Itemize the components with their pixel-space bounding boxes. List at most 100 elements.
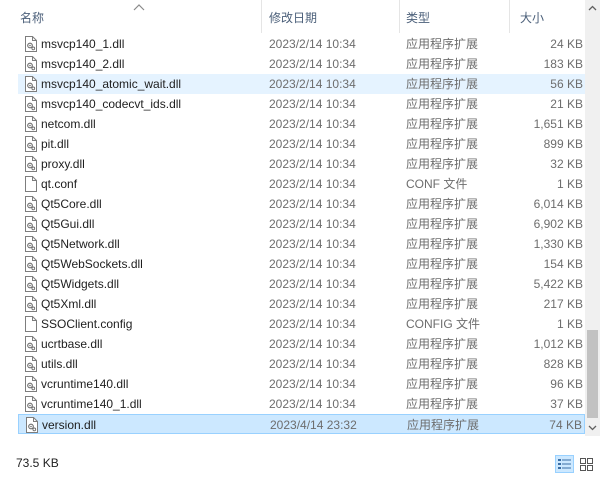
file-name: Qt5Network.dll <box>41 237 120 251</box>
file-row[interactable]: msvcp140_atomic_wait.dll 2023/2/14 10:34 应… <box>18 74 585 94</box>
file-row[interactable]: msvcp140_1.dll 2023/2/14 10:34 应用程序扩展 24 KB <box>18 34 585 54</box>
vertical-scrollbar[interactable] <box>585 0 600 436</box>
file-modified-date: 2023/2/14 10:34 <box>269 277 356 291</box>
file-type: 应用程序扩展 <box>406 277 479 291</box>
file-name: Qt5Gui.dll <box>41 217 95 231</box>
file-size: 1 KB <box>556 177 583 191</box>
file-modified-date: 2023/2/14 10:34 <box>269 297 356 311</box>
file-modified-date: 2023/2/14 10:34 <box>269 197 356 211</box>
file-size: 217 KB <box>543 297 583 311</box>
file-size: 74 KB <box>549 418 582 432</box>
dll-file-icon <box>25 96 37 112</box>
file-size: 96 KB <box>550 377 583 391</box>
file-row[interactable]: SSOClient.config 2023/2/14 10:34 CONFIG 文件… <box>18 314 585 334</box>
dll-file-icon <box>25 276 37 292</box>
file-modified-date: 2023/2/14 10:34 <box>269 377 356 391</box>
dll-file-icon <box>25 376 37 392</box>
file-modified-date: 2023/2/14 10:34 <box>269 157 356 171</box>
file-row[interactable]: msvcp140_codecvt_ids.dll 2023/2/14 10:34 应… <box>18 94 585 114</box>
dll-file-icon <box>25 216 37 232</box>
file-type: 应用程序扩展 <box>406 357 479 371</box>
dll-file-icon <box>25 136 37 152</box>
column-header-name[interactable]: 名称 <box>0 0 261 33</box>
dll-file-icon <box>25 76 37 92</box>
scrollbar-thumb[interactable] <box>587 330 598 418</box>
file-modified-date: 2023/2/14 10:34 <box>269 357 356 371</box>
column-header-name-label: 名称 <box>20 11 45 25</box>
dll-file-icon <box>25 116 37 132</box>
dll-file-icon <box>25 196 37 212</box>
file-type: 应用程序扩展 <box>406 117 479 131</box>
file-size: 21 KB <box>550 97 583 111</box>
dll-file-icon <box>25 296 37 312</box>
file-type: 应用程序扩展 <box>406 77 479 91</box>
file-size: 37 KB <box>550 397 583 411</box>
file-row[interactable]: utils.dll 2023/2/14 10:34 应用程序扩展 828 KB <box>18 354 585 374</box>
file-size: 6,014 KB <box>533 197 583 211</box>
column-header-type[interactable]: 类型 <box>399 0 509 33</box>
file-modified-date: 2023/2/14 10:34 <box>269 57 356 71</box>
file-row[interactable]: ucrtbase.dll 2023/2/14 10:34 应用程序扩展 1,012 K… <box>18 334 585 354</box>
file-type: 应用程序扩展 <box>406 37 479 51</box>
file-row[interactable]: pit.dll 2023/2/14 10:34 应用程序扩展 899 KB <box>18 134 585 154</box>
file-row[interactable]: Qt5Xml.dll 2023/2/14 10:34 应用程序扩展 217 KB <box>18 294 585 314</box>
file-size: 1,651 KB <box>533 117 583 131</box>
file-type: 应用程序扩展 <box>406 137 479 151</box>
file-row[interactable]: netcom.dll 2023/2/14 10:34 应用程序扩展 1,651 KB <box>18 114 585 134</box>
file-size: 32 KB <box>550 157 583 171</box>
file-size: 828 KB <box>543 357 583 371</box>
file-row[interactable]: msvcp140_2.dll 2023/2/14 10:34 应用程序扩展 183 K… <box>18 54 585 74</box>
file-row[interactable]: proxy.dll 2023/2/14 10:34 应用程序扩展 32 KB <box>18 154 585 174</box>
dll-file-icon <box>26 417 38 433</box>
file-row[interactable]: Qt5Widgets.dll 2023/2/14 10:34 应用程序扩展 5,422… <box>18 274 585 294</box>
column-header-type-label: 类型 <box>406 11 431 25</box>
dll-file-icon <box>25 156 37 172</box>
large-icons-view-button[interactable] <box>577 455 596 473</box>
file-row[interactable]: Qt5Core.dll 2023/2/14 10:34 应用程序扩展 6,014 KB <box>18 194 585 214</box>
file-name: vcruntime140.dll <box>41 377 129 391</box>
scroll-down-arrow-icon[interactable] <box>585 419 600 436</box>
file-row[interactable]: qt.conf 2023/2/14 10:34 CONF 文件 1 KB <box>18 174 585 194</box>
file-row[interactable]: vcruntime140_1.dll 2023/2/14 10:34 应用程序扩展 3… <box>18 394 585 414</box>
scroll-up-arrow-icon[interactable] <box>585 0 600 17</box>
dll-file-icon <box>25 336 37 352</box>
file-type: 应用程序扩展 <box>407 418 480 432</box>
file-name: Qt5Core.dll <box>41 197 102 211</box>
details-view-button[interactable] <box>555 455 574 473</box>
blank-file-icon <box>25 176 37 192</box>
file-name: Qt5Xml.dll <box>41 297 97 311</box>
file-size: 899 KB <box>543 137 583 151</box>
file-modified-date: 2023/2/14 10:34 <box>269 337 356 351</box>
column-header-size-label: 大小 <box>520 11 545 25</box>
file-row[interactable]: Qt5WebSockets.dll 2023/2/14 10:34 应用程序扩展 15… <box>18 254 585 274</box>
dll-file-icon <box>25 36 37 52</box>
dll-file-icon <box>25 236 37 252</box>
file-size: 1 KB <box>556 317 583 331</box>
file-name: qt.conf <box>41 177 78 191</box>
file-type: CONF 文件 <box>406 177 468 191</box>
file-name: netcom.dll <box>41 117 96 131</box>
column-header-date-label: 修改日期 <box>269 11 318 25</box>
file-row[interactable]: vcruntime140.dll 2023/2/14 10:34 应用程序扩展 96 … <box>18 374 585 394</box>
file-size: 5,422 KB <box>533 277 583 291</box>
file-name: msvcp140_atomic_wait.dll <box>41 77 182 91</box>
file-type: 应用程序扩展 <box>406 337 479 351</box>
file-type: 应用程序扩展 <box>406 217 479 231</box>
dll-file-icon <box>25 256 37 272</box>
file-row[interactable]: Qt5Gui.dll 2023/2/14 10:34 应用程序扩展 6,902 KB <box>18 214 585 234</box>
file-modified-date: 2023/2/14 10:34 <box>269 77 356 91</box>
column-header-date[interactable]: 修改日期 <box>261 0 399 33</box>
file-size: 1,330 KB <box>533 237 583 251</box>
file-type: 应用程序扩展 <box>406 377 479 391</box>
file-size: 6,902 KB <box>533 217 583 231</box>
file-size: 56 KB <box>550 77 583 91</box>
file-row[interactable]: Qt5Network.dll 2023/2/14 10:34 应用程序扩展 1,330… <box>18 234 585 254</box>
file-type: CONFIG 文件 <box>406 317 480 331</box>
column-header-size[interactable]: 大小 <box>509 0 585 33</box>
file-name: version.dll <box>42 418 97 432</box>
column-header-bar: 名称 修改日期 类型 大小 <box>0 0 585 33</box>
file-row[interactable]: version.dll 2023/4/14 23:32 应用程序扩展 74 KB <box>18 414 585 434</box>
file-modified-date: 2023/4/14 23:32 <box>270 418 357 432</box>
file-list: msvcp140_1.dll 2023/2/14 10:34 应用程序扩展 24 KB… <box>18 34 585 434</box>
dll-file-icon <box>25 56 37 72</box>
